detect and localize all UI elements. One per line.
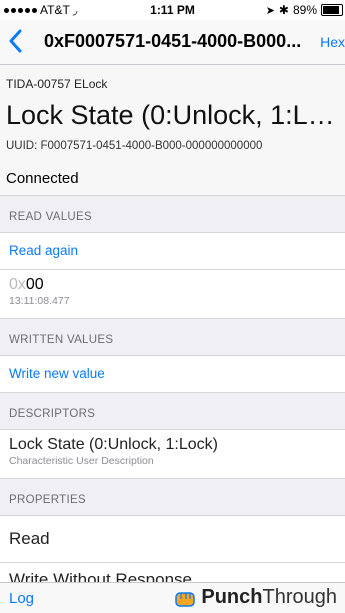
- status-bar: AT&T ◞ 1:11 PM ➤ ✱ 89%: [0, 0, 345, 20]
- section-label: DESCRIPTORS: [9, 408, 96, 420]
- chevron-left-icon: [9, 29, 22, 53]
- section-label: READ VALUES: [9, 211, 92, 223]
- bottom-toolbar: Log PunchThrough: [0, 582, 345, 613]
- navigation-bar: 0xF0007571-0451-4000-B000... Hex: [0, 20, 345, 65]
- status-right: ➤ ✱ 89%: [266, 3, 343, 17]
- service-name: TIDA-00757 ELock: [6, 77, 108, 91]
- back-button[interactable]: [8, 26, 32, 56]
- characteristic-uuid: UUID: F0007571-0451-4000-B000-0000000000…: [6, 140, 263, 152]
- write-new-value-button[interactable]: Write new value: [9, 366, 105, 381]
- read-again-button[interactable]: Read again: [9, 243, 78, 258]
- property-read: Read: [9, 529, 50, 548]
- section-header-read-values: READ VALUES: [0, 196, 345, 233]
- punchthrough-logo: PunchThrough: [173, 586, 337, 609]
- descriptor-row: Lock State (0:Unlock, 1:Lock) Characteri…: [0, 430, 345, 479]
- location-icon: ➤: [265, 4, 275, 17]
- section-header-properties: PROPERTIES: [0, 479, 345, 516]
- section-label: WRITTEN VALUES: [9, 334, 114, 346]
- hex-toggle-button[interactable]: Hex: [320, 34, 345, 50]
- page-title: 0xF0007571-0451-4000-B000...: [44, 31, 302, 51]
- value-prefix: 0x: [9, 276, 26, 293]
- read-value: 0x00: [9, 276, 44, 294]
- value-text: 00: [25, 276, 44, 293]
- bluetooth-icon: ✱: [278, 3, 289, 17]
- section-header-written-values: WRITTEN VALUES: [0, 319, 345, 356]
- log-button[interactable]: Log: [9, 590, 34, 607]
- brand-bold-text: Punch: [201, 586, 263, 608]
- brand-light-text: Through: [262, 586, 338, 608]
- write-new-value-row[interactable]: Write new value: [0, 356, 345, 393]
- property-row: Read: [0, 516, 345, 563]
- descriptor-subtitle: Characteristic User Description: [9, 455, 154, 467]
- read-value-row: 0x00 13:11:08.477: [0, 270, 345, 319]
- section-header-descriptors: DESCRIPTORS: [0, 393, 345, 430]
- characteristic-title: Lock State (0:Unlock, 1:Lock): [6, 100, 339, 130]
- read-timestamp: 13:11:08.477: [9, 295, 70, 307]
- read-again-row[interactable]: Read again: [0, 233, 345, 270]
- characteristic-header: TIDA-00757 ELock Lock State (0:Unlock, 1…: [0, 65, 345, 196]
- connection-status: Connected: [6, 170, 79, 187]
- battery-icon: [321, 4, 343, 16]
- battery-fill: [323, 6, 340, 14]
- battery-percent: 89%: [292, 3, 317, 17]
- section-label: PROPERTIES: [9, 494, 86, 506]
- descriptor-title: Lock State (0:Unlock, 1:Lock): [9, 436, 218, 453]
- fist-icon: [175, 591, 196, 607]
